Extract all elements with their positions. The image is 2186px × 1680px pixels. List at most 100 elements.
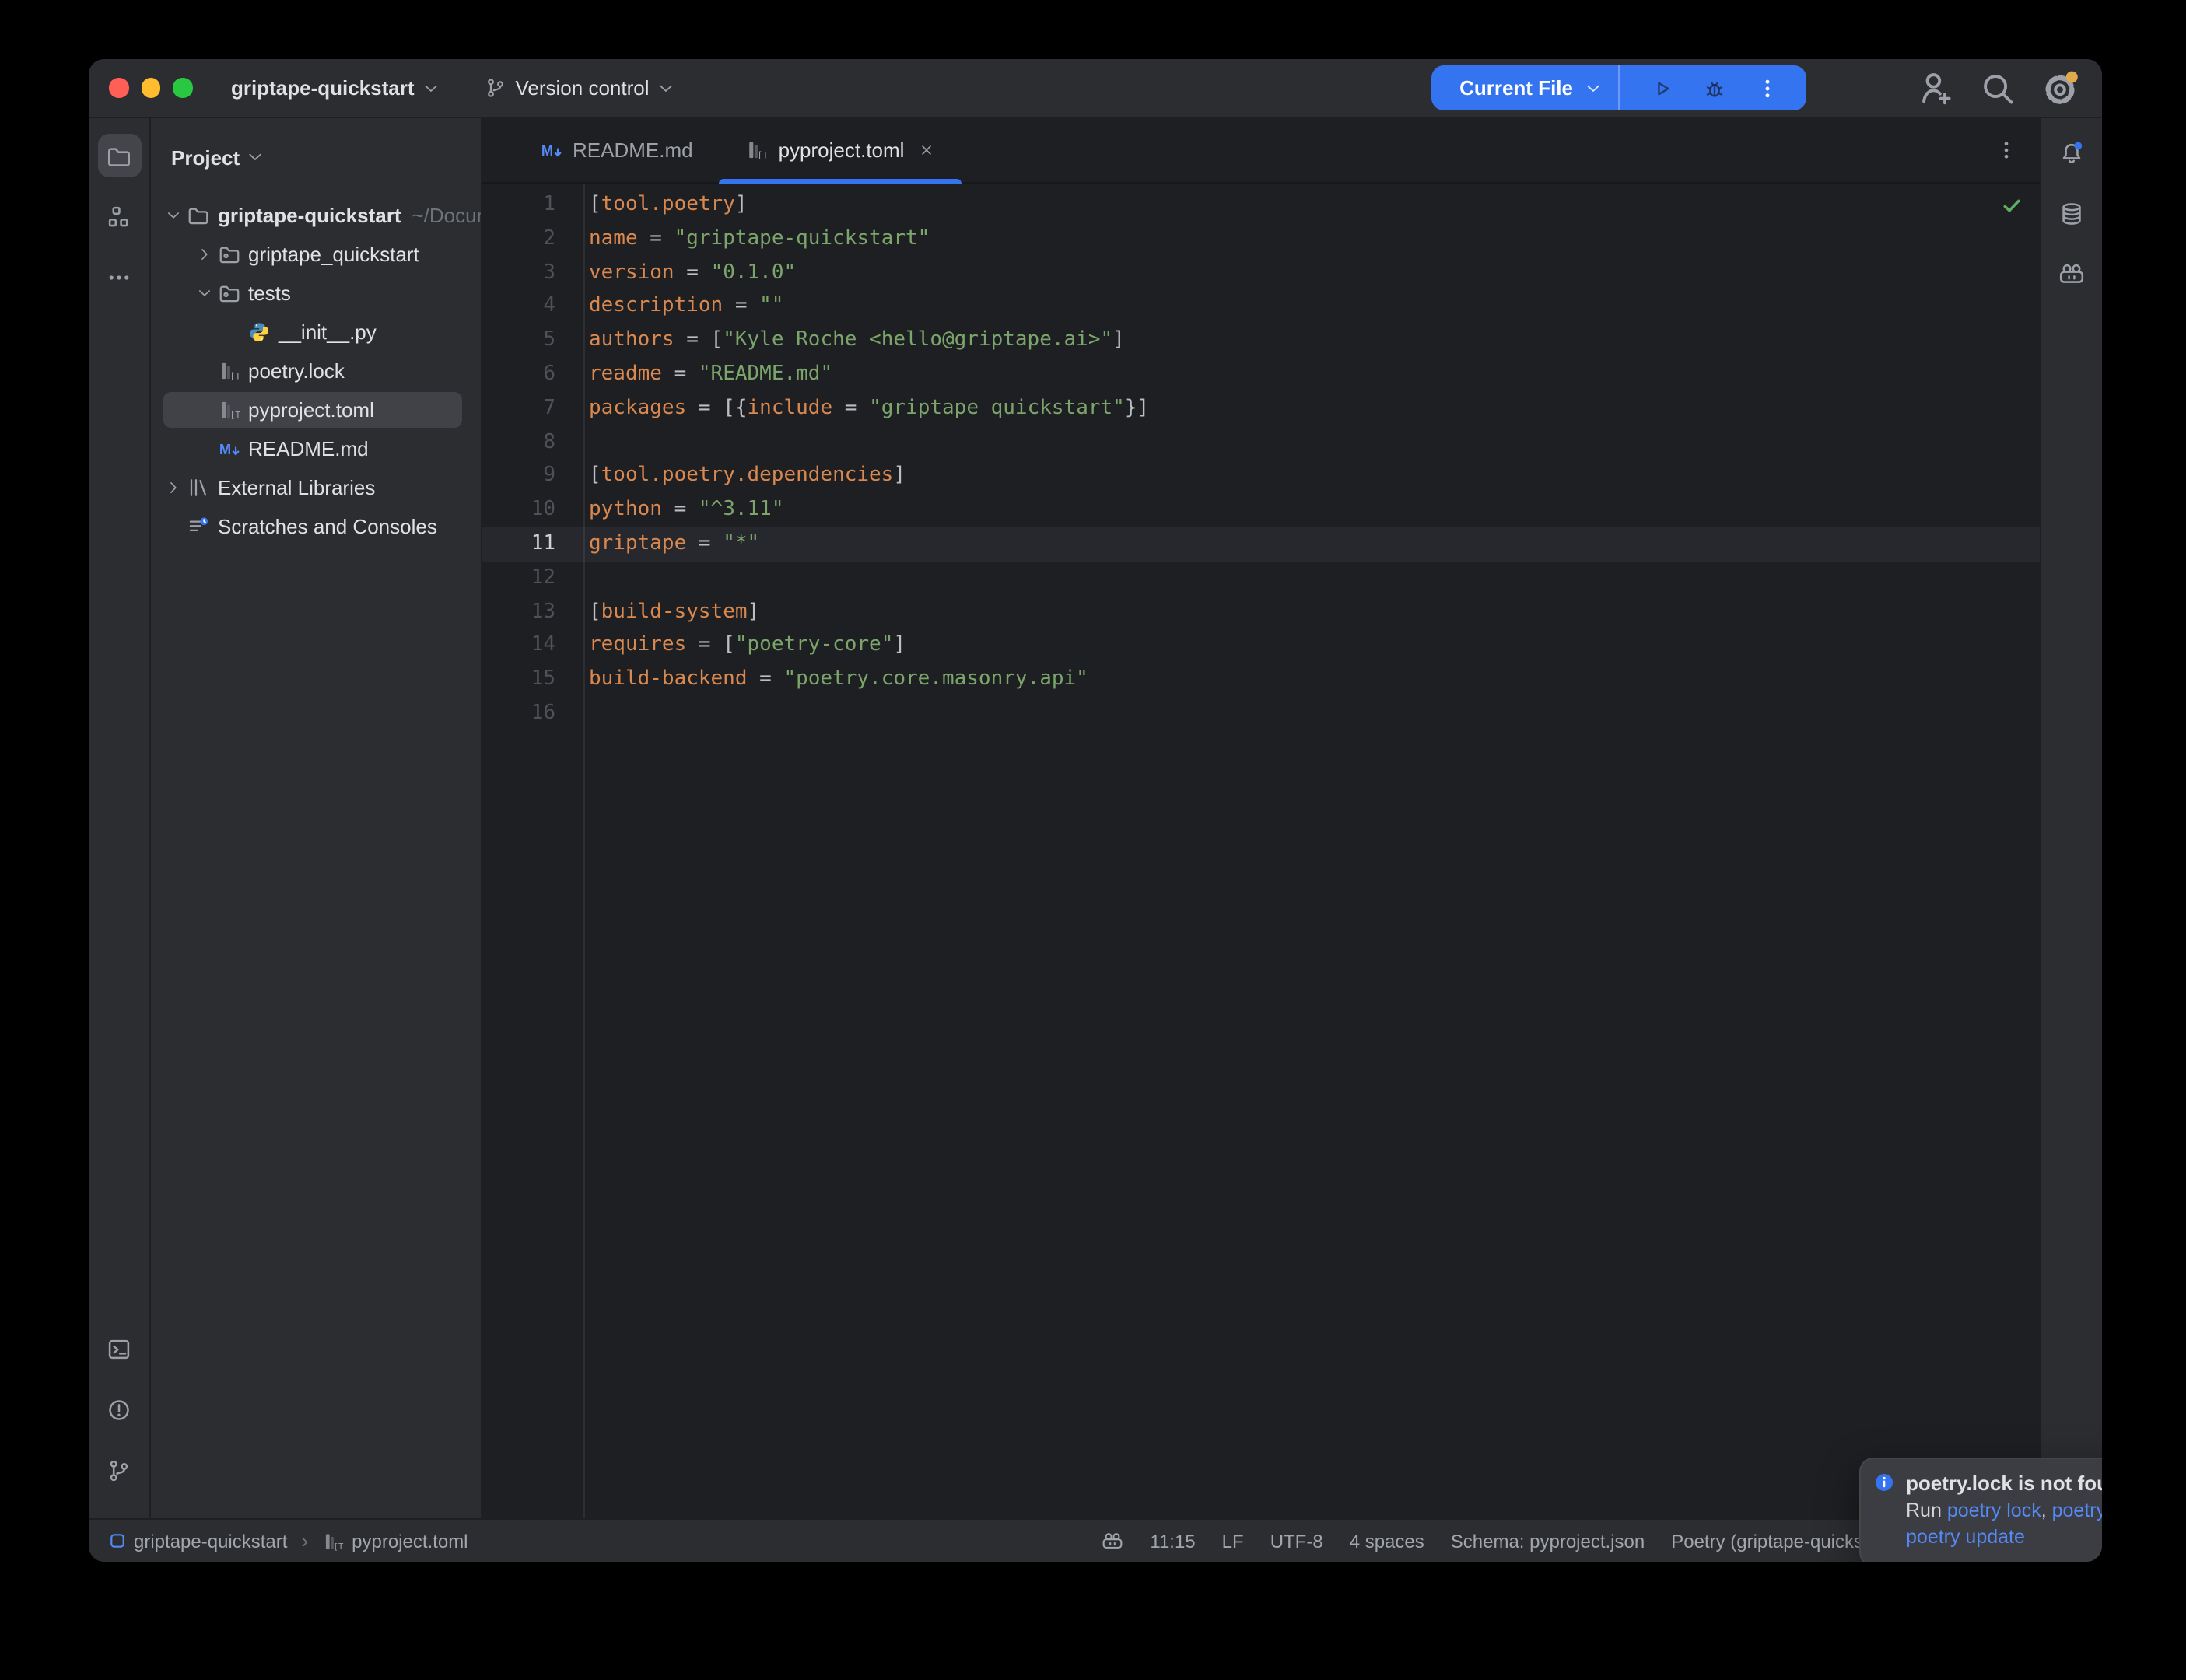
poetry-update-link[interactable]: poetry update [1906, 1526, 2025, 1548]
settings-button[interactable] [2040, 68, 2080, 108]
project-tool-button[interactable] [97, 134, 141, 177]
line-number[interactable]: 13 [482, 595, 555, 629]
minimize-window-button[interactable] [141, 79, 160, 98]
code-line-text: [build-system] [555, 595, 759, 629]
close-window-button[interactable] [109, 79, 128, 98]
tree-item-label: griptape_quickstart [248, 243, 419, 266]
line-number[interactable]: 12 [482, 562, 555, 596]
tab-pyproject-toml[interactable]: [T]pyproject.toml [720, 118, 962, 182]
code-line[interactable]: 6readme = "README.md" [482, 358, 2040, 392]
tree-item-project-root[interactable]: griptape-quickstart~/Docume [151, 196, 481, 235]
tree-item-scratches[interactable]: Scratches and Consoles [151, 507, 481, 546]
encoding-widget[interactable]: UTF-8 [1270, 1530, 1323, 1552]
tree-item-external-libraries[interactable]: External Libraries [151, 468, 481, 507]
notifications-button[interactable] [2050, 131, 2093, 174]
tree-item-init-py[interactable]: __init__.py [151, 313, 481, 352]
database-tool-button[interactable] [2050, 191, 2093, 235]
code-line[interactable]: 3version = "0.1.0" [482, 256, 2040, 290]
more-tool-windows-button[interactable] [97, 255, 141, 299]
line-separator-widget[interactable]: LF [1222, 1530, 1244, 1552]
code-line[interactable]: 4description = "" [482, 290, 2040, 324]
zoom-window-button[interactable] [173, 79, 192, 98]
indentation-widget[interactable]: 4 spaces [1350, 1530, 1424, 1552]
code-line[interactable]: 7packages = [{include = "griptape_quicks… [482, 392, 2040, 426]
code-line[interactable]: 12 [482, 562, 2040, 596]
line-number[interactable]: 10 [482, 493, 555, 527]
code-line[interactable]: 8 [482, 425, 2040, 460]
debug-button[interactable] [1699, 72, 1730, 103]
info-icon [1873, 1472, 1895, 1493]
line-number[interactable]: 8 [482, 425, 555, 460]
run-button[interactable] [1646, 72, 1677, 103]
tree-item-readme[interactable]: MREADME.md [151, 429, 481, 468]
tab-options-button[interactable] [1995, 118, 2018, 182]
svg-text:[T]: [T] [229, 371, 240, 382]
line-number[interactable]: 14 [482, 629, 555, 663]
ai-status-icon[interactable] [1102, 1530, 1123, 1552]
line-number[interactable]: 16 [482, 697, 555, 731]
chevron-down-icon[interactable] [194, 283, 214, 303]
folder-pkg-icon [217, 243, 240, 266]
more-run-options-button[interactable] [1752, 72, 1783, 103]
line-number[interactable]: 5 [482, 324, 555, 358]
code-line[interactable]: 15build-backend = "poetry.core.masonry.a… [482, 663, 2040, 697]
tree-item-pyproject-toml[interactable]: [T]pyproject.toml [151, 390, 481, 429]
vcs-label: Version control [516, 76, 650, 100]
ai-assistant-button[interactable] [2050, 252, 2093, 296]
vcs-widget[interactable]: Version control [485, 76, 676, 100]
version-control-tool-button[interactable] [97, 1448, 141, 1492]
terminal-tool-button[interactable] [97, 1327, 141, 1370]
code-viewport[interactable]: 1[tool.poetry]2name = "griptape-quicksta… [482, 184, 2040, 1518]
project-name-widget[interactable]: griptape-quickstart [231, 76, 441, 100]
code-line[interactable]: 13[build-system] [482, 595, 2040, 629]
chevron-spacer [194, 400, 214, 420]
tab-label: README.md [573, 138, 693, 162]
breadcrumb-file[interactable]: pyproject.toml [352, 1530, 468, 1552]
code-line[interactable]: 2name = "griptape-quickstart" [482, 222, 2040, 257]
tree-item-tests[interactable]: tests [151, 274, 481, 313]
tab-bar: MREADME.md[T]pyproject.toml [482, 118, 2040, 184]
line-number[interactable]: 4 [482, 290, 555, 324]
breadcrumb-project[interactable]: griptape-quickstart [134, 1530, 287, 1552]
poetry-lock-no-update-link[interactable]: poetry lock --no-update [2052, 1500, 2102, 1521]
chevron-spacer [194, 361, 214, 381]
run-configuration-selector[interactable]: Current File [1459, 76, 1573, 100]
line-number[interactable]: 3 [482, 256, 555, 290]
line-number[interactable]: 15 [482, 663, 555, 697]
tab-readme[interactable]: MREADME.md [513, 118, 720, 182]
line-number[interactable]: 6 [482, 358, 555, 392]
chevron-down-icon[interactable] [1584, 79, 1603, 97]
structure-tool-button[interactable] [97, 194, 141, 238]
json-schema-widget[interactable]: Schema: pyproject.json [1451, 1530, 1645, 1552]
line-number[interactable]: 2 [482, 222, 555, 257]
tree-item-griptape-quickstart-pkg[interactable]: griptape_quickstart [151, 235, 481, 274]
code-line[interactable]: 9[tool.poetry.dependencies] [482, 460, 2040, 494]
poetry-lock-link[interactable]: poetry lock [1947, 1500, 2041, 1521]
tree-item-label: pyproject.toml [248, 398, 374, 422]
line-number[interactable]: 11 [482, 527, 555, 562]
notification-body-line2: poetry update [1906, 1524, 2102, 1551]
code-line[interactable]: 14requires = ["poetry-core"] [482, 629, 2040, 663]
folder-pkg-icon [217, 282, 240, 305]
line-number[interactable]: 1 [482, 188, 555, 222]
line-number[interactable]: 7 [482, 392, 555, 426]
notification-text: Run [1906, 1500, 1947, 1521]
chevron-right-icon[interactable] [194, 244, 214, 264]
code-line[interactable]: 5authors = ["Kyle Roche <hello@griptape.… [482, 324, 2040, 358]
code-line[interactable]: 10python = "^3.11" [482, 493, 2040, 527]
search-everywhere-button[interactable] [1978, 68, 2018, 108]
caret-position-widget[interactable]: 11:15 [1150, 1530, 1195, 1552]
chevron-right-icon[interactable] [163, 478, 184, 498]
close-tab-button[interactable] [918, 142, 935, 159]
line-number[interactable]: 9 [482, 460, 555, 494]
toml-icon: [T] [217, 359, 240, 383]
problems-tool-button[interactable] [97, 1388, 141, 1431]
project-panel-header[interactable]: Project [151, 118, 481, 196]
tree-item-label: tests [248, 282, 291, 305]
code-line[interactable]: 11griptape = "*" [482, 527, 2040, 562]
code-with-me-button[interactable] [1915, 68, 1956, 108]
tree-item-poetry-lock[interactable]: [T]poetry.lock [151, 352, 481, 390]
chevron-down-icon[interactable] [163, 205, 184, 226]
code-line[interactable]: 1[tool.poetry] [482, 188, 2040, 222]
code-line[interactable]: 16 [482, 697, 2040, 731]
